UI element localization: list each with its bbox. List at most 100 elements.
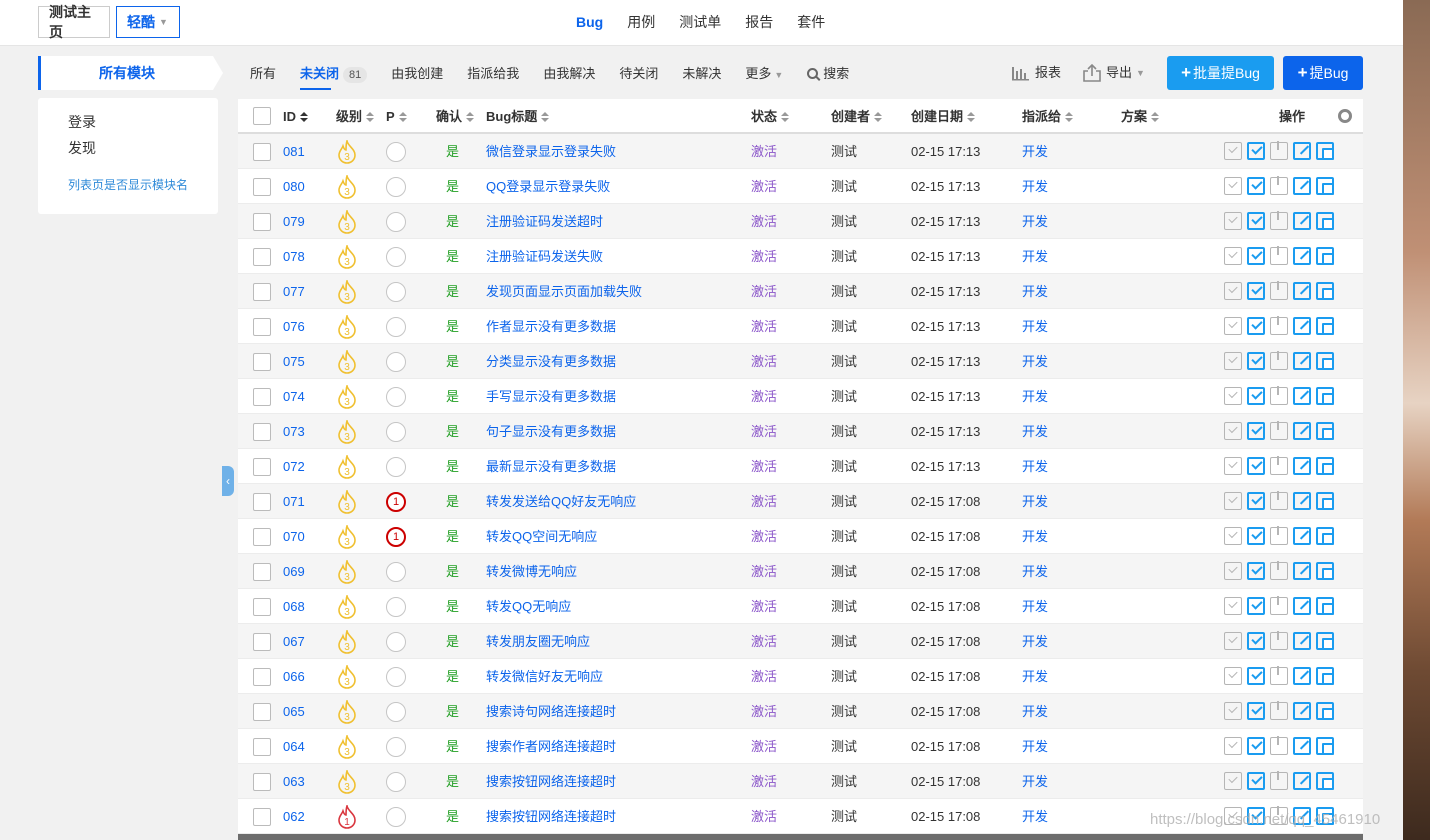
edit-bug-icon[interactable] <box>1293 702 1311 720</box>
close-bug-icon[interactable] <box>1270 631 1288 650</box>
tab-assigned-to-me[interactable]: 指派给我 <box>455 61 531 87</box>
nav-bug[interactable]: Bug <box>564 12 615 32</box>
table-row[interactable]: 070 3 1 是 转发QQ空间无响应 激活 测试 02-15 17:08 开发 <box>238 519 1363 554</box>
table-row[interactable]: 072 3 是 最新显示没有更多数据 激活 测试 02-15 17:13 开发 <box>238 449 1363 484</box>
nav-report[interactable]: 报告 <box>733 12 785 32</box>
bug-title-link[interactable]: 转发微信好友无响应 <box>486 659 603 694</box>
edit-bug-icon[interactable] <box>1293 387 1311 405</box>
tab-to-close[interactable]: 待关闭 <box>607 61 670 87</box>
edit-bug-icon[interactable] <box>1293 632 1311 650</box>
bug-title-link[interactable]: 分类显示没有更多数据 <box>486 344 616 379</box>
edit-bug-icon[interactable] <box>1293 422 1311 440</box>
table-row[interactable]: 074 3 是 手写显示没有更多数据 激活 测试 02-15 17:13 开发 <box>238 379 1363 414</box>
confirm-bug-icon[interactable] <box>1224 492 1242 510</box>
bug-id-link[interactable]: 074 <box>283 379 305 414</box>
bug-title-link[interactable]: 注册验证码发送失败 <box>486 239 603 274</box>
resolve-bug-icon[interactable] <box>1247 177 1265 195</box>
row-checkbox[interactable] <box>253 528 271 546</box>
table-row[interactable]: 071 3 1 是 转发发送给QQ好友无响应 激活 测试 02-15 17:08 开发 <box>238 484 1363 519</box>
resolve-bug-icon[interactable] <box>1247 387 1265 405</box>
copy-bug-icon[interactable] <box>1316 737 1334 755</box>
bug-id-link[interactable]: 072 <box>283 449 305 484</box>
resolve-bug-icon[interactable] <box>1247 422 1265 440</box>
close-bug-icon[interactable] <box>1270 141 1288 160</box>
bug-title-link[interactable]: 注册验证码发送超时 <box>486 204 603 239</box>
assignee-link[interactable]: 开发 <box>1022 204 1048 239</box>
table-row[interactable]: 080 3 是 QQ登录显示登录失败 激活 测试 02-15 17:13 开发 <box>238 169 1363 204</box>
tab-all[interactable]: 所有 <box>238 61 288 87</box>
bug-title-link[interactable]: 转发QQ空间无响应 <box>486 519 597 554</box>
create-bug-button[interactable]: + 提Bug <box>1283 56 1363 90</box>
resolve-bug-icon[interactable] <box>1247 737 1265 755</box>
row-checkbox[interactable] <box>253 633 271 651</box>
table-row[interactable]: 075 3 是 分类显示没有更多数据 激活 测试 02-15 17:13 开发 <box>238 344 1363 379</box>
table-row[interactable]: 065 3 是 搜索诗句网络连接超时 激活 测试 02-15 17:08 开发 <box>238 694 1363 729</box>
col-confirmed[interactable]: 确认 <box>436 99 475 134</box>
copy-bug-icon[interactable] <box>1316 282 1334 300</box>
assignee-link[interactable]: 开发 <box>1022 729 1048 764</box>
row-checkbox[interactable] <box>253 598 271 616</box>
table-row[interactable]: 067 3 是 转发朋友圈无响应 激活 测试 02-15 17:08 开发 <box>238 624 1363 659</box>
col-creator[interactable]: 创建者 <box>831 99 883 134</box>
assignee-link[interactable]: 开发 <box>1022 134 1048 169</box>
col-priority[interactable]: P <box>386 99 407 134</box>
bug-id-link[interactable]: 078 <box>283 239 305 274</box>
tab-unclosed[interactable]: 未关闭 81 <box>288 61 379 90</box>
bug-title-link[interactable]: 转发朋友圈无响应 <box>486 624 590 659</box>
close-bug-icon[interactable] <box>1270 561 1288 580</box>
assignee-link[interactable]: 开发 <box>1022 624 1048 659</box>
resolve-bug-icon[interactable] <box>1247 142 1265 160</box>
row-checkbox[interactable] <box>253 738 271 756</box>
close-bug-icon[interactable] <box>1270 526 1288 545</box>
assignee-link[interactable]: 开发 <box>1022 449 1048 484</box>
close-bug-icon[interactable] <box>1270 316 1288 335</box>
bug-title-link[interactable]: 搜索按钮网络连接超时 <box>486 799 616 834</box>
row-checkbox[interactable] <box>253 773 271 791</box>
bug-title-link[interactable]: 搜索诗句网络连接超时 <box>486 694 616 729</box>
table-row[interactable]: 068 3 是 转发QQ无响应 激活 测试 02-15 17:08 开发 <box>238 589 1363 624</box>
col-resolution[interactable]: 方案 <box>1121 99 1160 134</box>
edit-bug-icon[interactable] <box>1293 527 1311 545</box>
col-title[interactable]: Bug标题 <box>486 99 550 134</box>
bug-title-link[interactable]: 搜索作者网络连接超时 <box>486 729 616 764</box>
row-checkbox[interactable] <box>253 143 271 161</box>
copy-bug-icon[interactable] <box>1316 317 1334 335</box>
resolve-bug-icon[interactable] <box>1247 702 1265 720</box>
close-bug-icon[interactable] <box>1270 771 1288 790</box>
copy-bug-icon[interactable] <box>1316 527 1334 545</box>
resolve-bug-icon[interactable] <box>1247 597 1265 615</box>
assignee-link[interactable]: 开发 <box>1022 169 1048 204</box>
confirm-bug-icon[interactable] <box>1224 317 1242 335</box>
edit-bug-icon[interactable] <box>1293 562 1311 580</box>
resolve-bug-icon[interactable] <box>1247 352 1265 370</box>
copy-bug-icon[interactable] <box>1316 667 1334 685</box>
close-bug-icon[interactable] <box>1270 246 1288 265</box>
row-checkbox[interactable] <box>253 458 271 476</box>
bug-id-link[interactable]: 073 <box>283 414 305 449</box>
table-row[interactable]: 073 3 是 句子显示没有更多数据 激活 测试 02-15 17:13 开发 <box>238 414 1363 449</box>
bug-id-link[interactable]: 080 <box>283 169 305 204</box>
row-checkbox[interactable] <box>253 178 271 196</box>
edit-bug-icon[interactable] <box>1293 247 1311 265</box>
table-row[interactable]: 066 3 是 转发微信好友无响应 激活 测试 02-15 17:08 开发 <box>238 659 1363 694</box>
col-severity[interactable]: 级别 <box>336 99 375 134</box>
confirm-bug-icon[interactable] <box>1224 212 1242 230</box>
nav-testtask[interactable]: 测试单 <box>667 12 733 32</box>
bug-title-link[interactable]: 转发微博无响应 <box>486 554 577 589</box>
close-bug-icon[interactable] <box>1270 596 1288 615</box>
confirm-bug-icon[interactable] <box>1224 527 1242 545</box>
bug-title-link[interactable]: 手写显示没有更多数据 <box>486 379 616 414</box>
copy-bug-icon[interactable] <box>1316 352 1334 370</box>
assignee-link[interactable]: 开发 <box>1022 764 1048 799</box>
bug-title-link[interactable]: 微信登录显示登录失败 <box>486 134 616 169</box>
chevron-left-icon[interactable]: ‹ <box>222 466 234 496</box>
edit-bug-icon[interactable] <box>1293 772 1311 790</box>
copy-bug-icon[interactable] <box>1316 632 1334 650</box>
bug-title-link[interactable]: 作者显示没有更多数据 <box>486 309 616 344</box>
horizontal-scrollbar[interactable] <box>238 834 1363 840</box>
row-checkbox[interactable] <box>253 248 271 266</box>
close-bug-icon[interactable] <box>1270 456 1288 475</box>
confirm-bug-icon[interactable] <box>1224 352 1242 370</box>
copy-bug-icon[interactable] <box>1316 562 1334 580</box>
resolve-bug-icon[interactable] <box>1247 247 1265 265</box>
